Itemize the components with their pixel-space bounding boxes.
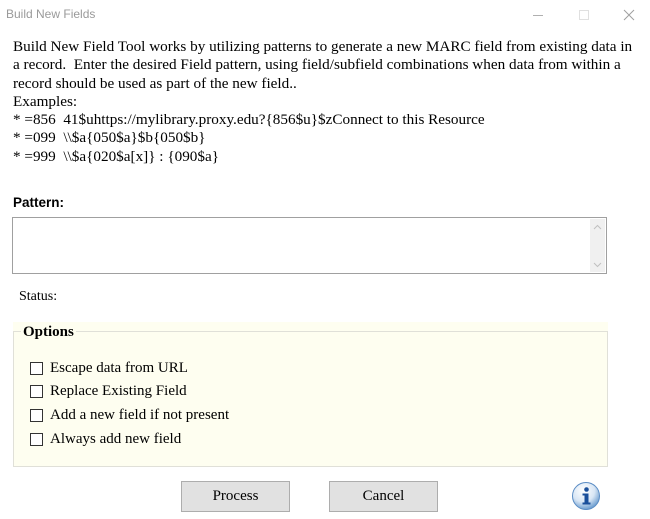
pattern-scrollbar[interactable] [590, 219, 605, 272]
title-bar[interactable]: Build New Fields [0, 0, 650, 30]
option-always-add-new-field[interactable]: Always add new field [30, 431, 181, 448]
close-icon [623, 9, 635, 21]
option-escape-data-from-url[interactable]: Escape data from URL [30, 360, 188, 377]
checkbox[interactable] [30, 385, 43, 398]
minimize-button[interactable] [515, 0, 561, 30]
options-legend: Options [21, 324, 76, 341]
option-label: Add a new field if not present [50, 407, 230, 423]
example-line: * =856 41$uhttps://mylibrary.proxy.edu?{… [13, 111, 485, 129]
checkbox[interactable] [30, 409, 43, 422]
minimize-icon [533, 15, 543, 16]
cancel-button[interactable]: Cancel [329, 481, 438, 512]
chevron-up-icon [593, 224, 602, 229]
option-replace-existing-field[interactable]: Replace Existing Field [30, 383, 187, 400]
maximize-icon [579, 10, 589, 20]
window-title: Build New Fields [6, 7, 96, 21]
example-line: * =999 \\$a{020$a[x]} : {090$a} [13, 147, 220, 165]
info-button[interactable] [571, 481, 601, 511]
pattern-label: Pattern: [13, 195, 65, 210]
description-line: Build New Field Tool works by utilizing … [13, 38, 633, 55]
option-add-new-field-if-not-present[interactable]: Add a new field if not present [30, 407, 229, 424]
scroll-down-button[interactable] [590, 257, 605, 272]
process-button[interactable]: Process [181, 481, 290, 512]
options-group: Options Escape data from URL Replace Exi… [13, 322, 608, 467]
checkbox[interactable] [30, 433, 43, 446]
example-line: * =099 \\$a{050$a}$b{050$b} [13, 129, 206, 147]
pattern-field-container [12, 217, 607, 274]
status-label: Status: [19, 289, 57, 305]
examples-label: Examples: [13, 92, 78, 110]
description-line: record should be used as part of the new… [13, 74, 297, 92]
scroll-up-button[interactable] [590, 219, 605, 234]
close-button[interactable] [606, 0, 650, 30]
checkbox[interactable] [30, 362, 43, 375]
status-label-text: Status: [19, 289, 58, 304]
option-label: Replace Existing Field [50, 383, 187, 399]
description-line: a record. Enter the desired Field patter… [13, 56, 621, 74]
maximize-button[interactable] [561, 0, 607, 30]
info-icon [572, 482, 600, 510]
description: Build New Field Tool works by utilizing … [13, 38, 633, 166]
option-label: Always add new field [50, 431, 182, 447]
option-label: Escape data from URL [50, 360, 188, 376]
pattern-input[interactable] [13, 218, 591, 273]
chevron-down-icon [593, 262, 602, 267]
